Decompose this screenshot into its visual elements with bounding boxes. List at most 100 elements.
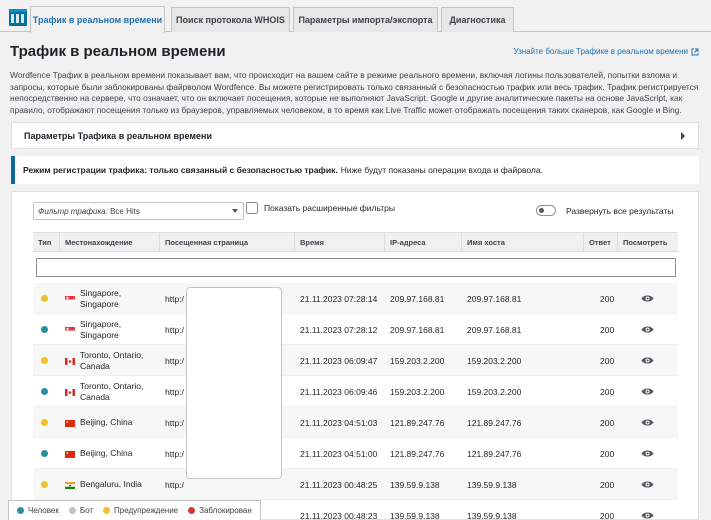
country-flag-icon [65, 295, 75, 303]
wordfence-logo-icon [9, 9, 27, 26]
advanced-filters-label[interactable]: Показать расширенные фильтры [264, 203, 395, 213]
eye-icon[interactable] [641, 356, 654, 365]
col-location[interactable]: Местонахождение [60, 233, 160, 252]
ip-cell[interactable]: 121.89.247.76 [390, 407, 462, 438]
tab-diagnostics[interactable]: Диагностика [441, 7, 514, 32]
legend-item: Предупреждение [103, 506, 178, 515]
table-row[interactable]: Singapore, Singapore http:/21.11.2023 07:… [33, 283, 678, 314]
time-cell: 21.11.2023 07:28:12 [300, 324, 378, 335]
chevron-down-icon [232, 209, 238, 213]
location-text: Beijing, China [80, 417, 133, 427]
advanced-filters-checkbox[interactable] [246, 202, 258, 214]
location-cell: Singapore, Singapore [65, 283, 160, 314]
legend-dot-icon [68, 507, 76, 514]
ip-cell[interactable]: 121.89.247.76 [390, 438, 462, 469]
time-cell: 21.11.2023 04:51:00 [300, 448, 378, 459]
ip-cell[interactable]: 159.203.2.200 [390, 376, 462, 407]
time-cell: 21.11.2023 06:09:46 [300, 386, 378, 397]
hostname-cell: 209.97.168.81 [467, 293, 522, 304]
type-dot-icon [41, 295, 48, 302]
ip-cell[interactable]: 139.59.9.138 [390, 500, 462, 520]
col-response[interactable]: Ответ [584, 233, 618, 252]
response-cell: 200 [600, 510, 615, 520]
legend: Человек Бот Предупреждение Заблокирован [8, 500, 261, 520]
location-text: Singapore, Singapore [80, 287, 122, 309]
location-text: Toronto, Ontario, Canada [80, 380, 144, 402]
hostname-cell: 159.203.2.200 [467, 386, 522, 397]
filter-prefix: Фильтр трафика: [38, 206, 108, 216]
col-type[interactable]: Тип [33, 233, 60, 252]
col-hostname[interactable]: Имя хоста [462, 233, 584, 252]
hostname-cell: 139.59.9.138 [467, 479, 517, 490]
traffic-filter-select[interactable]: Фильтр трафика: Все Hits [33, 202, 244, 220]
table-row[interactable]: Beijing, China http:/21.11.2023 04:51:03 1… [33, 407, 678, 438]
legend-dot-icon [103, 507, 111, 514]
eye-icon[interactable] [641, 511, 654, 520]
tab-live-traffic[interactable]: Трафик в реальном времени [30, 6, 165, 33]
time-cell: 21.11.2023 06:09:47 [300, 355, 378, 366]
legend-label: Человек [28, 506, 59, 515]
location-text: Singapore, Singapore [80, 318, 122, 340]
col-view[interactable]: Посмотреть [618, 233, 678, 252]
location-text: Beijing, China [80, 448, 133, 458]
col-page[interactable]: Посещенная страница [160, 233, 295, 252]
eye-icon[interactable] [641, 387, 654, 396]
learn-more-link[interactable]: Узнайте больше Трафике в реальном времен… [513, 47, 699, 56]
table-search-input[interactable] [36, 258, 676, 277]
type-dot-icon [41, 419, 48, 426]
eye-icon[interactable] [641, 325, 654, 334]
ip-cell[interactable]: 209.97.168.81 [390, 314, 462, 345]
ip-cell[interactable]: 209.97.168.81 [390, 283, 462, 314]
table-row[interactable]: Singapore, Singapore http:/21.11.2023 07:… [33, 314, 678, 345]
traffic-panel: Фильтр трафика: Все Hits Показать расшир… [11, 191, 699, 520]
hostname-cell: 139.59.9.138 [467, 510, 517, 520]
table-row[interactable]: Toronto, Ontario, Canada http:/21.11.2023… [33, 345, 678, 376]
expand-all-label[interactable]: Развернуть все результаты [566, 206, 673, 216]
location-cell: Singapore, Singapore [65, 314, 160, 345]
ip-cell[interactable]: 159.203.2.200 [390, 345, 462, 376]
ip-cell[interactable]: 139.59.9.138 [390, 469, 462, 500]
response-cell: 200 [600, 293, 615, 304]
time-cell: 21.11.2023 07:28:14 [300, 293, 378, 304]
tab-whois-lookup[interactable]: Поиск протокола WHOIS [171, 7, 290, 32]
col-time[interactable]: Время [295, 233, 385, 252]
table-row[interactable]: Beijing, China http:/21.11.2023 04:51:00 1… [33, 438, 678, 469]
eye-icon[interactable] [641, 449, 654, 458]
hostname-cell: 121.89.247.76 [467, 417, 522, 428]
notice-bold: Режим регистрации трафика: только связан… [23, 165, 338, 175]
table-row[interactable]: Bengaluru, India http:/21.11.2023 00:48:2… [33, 469, 678, 500]
col-ip[interactable]: IP-адреса [385, 233, 462, 252]
eye-icon[interactable] [641, 294, 654, 303]
table-row[interactable]: Toronto, Ontario, Canada http:/21.11.2023… [33, 376, 678, 407]
external-link-icon [691, 48, 699, 55]
type-dot-icon [41, 388, 48, 395]
response-cell: 200 [600, 324, 615, 335]
notice-text: Ниже будут показаны операции входа и фай… [340, 165, 543, 175]
country-flag-icon [65, 481, 75, 489]
time-cell: 21.11.2023 00:48:23 [300, 510, 378, 520]
time-cell: 21.11.2023 00:48:25 [300, 479, 378, 490]
legend-dot-icon [188, 507, 196, 514]
country-flag-icon [65, 357, 75, 365]
expand-all-toggle[interactable] [536, 205, 556, 216]
hostname-cell: 209.97.168.81 [467, 324, 522, 335]
location-cell: Toronto, Ontario, Canada [65, 345, 160, 376]
country-flag-icon [65, 388, 75, 396]
eye-icon[interactable] [641, 480, 654, 489]
learn-more-label[interactable]: Узнайте больше Трафике в реальном времен… [513, 47, 688, 56]
intro-text: Wordfence Трафик в реальном времени пока… [10, 70, 699, 115]
logging-mode-notice: Режим регистрации трафика: только связан… [11, 156, 699, 184]
eye-icon[interactable] [641, 418, 654, 427]
legend-label: Заблокирован [199, 506, 252, 515]
location-cell: Bengaluru, India [65, 469, 160, 500]
table-header: Тип Местонахождение Посещенная страница … [33, 232, 678, 252]
legend-dot-icon [17, 507, 24, 514]
legend-item: Человек [17, 506, 59, 515]
country-flag-icon [65, 419, 75, 427]
location-text: Toronto, Ontario, Canada [80, 349, 144, 371]
tab-bar: Трафик в реальном времени Поиск протокол… [0, 0, 711, 33]
tab-import-export[interactable]: Параметры импорта/экспорта [293, 7, 438, 32]
redacted-area [186, 287, 282, 479]
live-traffic-settings-panel[interactable]: Параметры Трафика в реальном времени [11, 122, 699, 149]
response-cell: 200 [600, 448, 615, 459]
